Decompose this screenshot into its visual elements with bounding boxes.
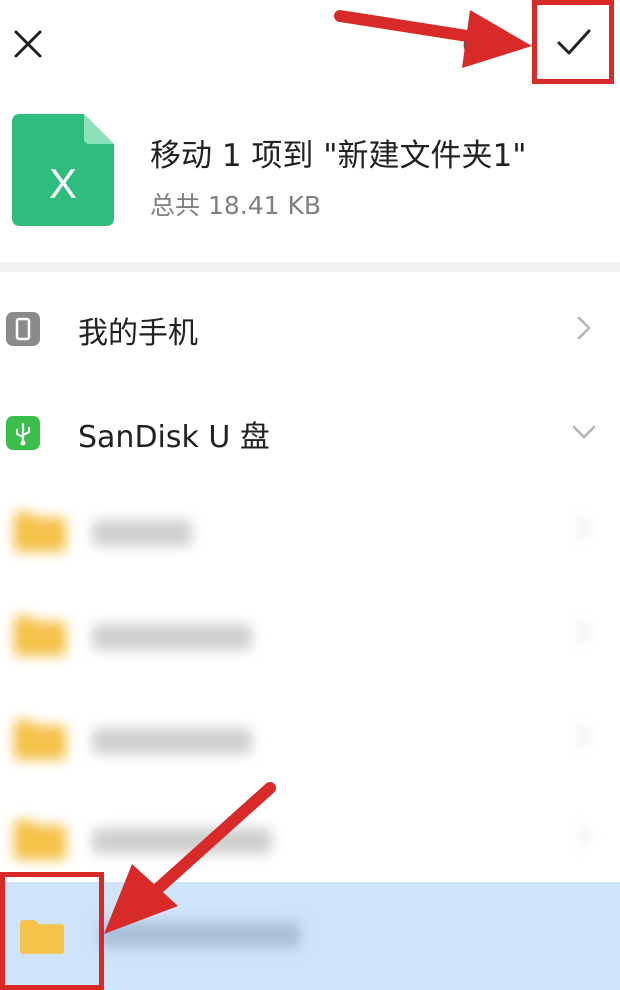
chevron-right-icon (578, 517, 591, 539)
close-icon (14, 30, 42, 58)
folder-name-blurred (92, 728, 252, 754)
folder-name-blurred (100, 922, 300, 948)
excel-file-icon: X (12, 114, 114, 226)
refresh-icon (463, 33, 487, 57)
refresh-button[interactable] (458, 25, 492, 65)
folder-row[interactable] (0, 478, 620, 582)
folder-name-blurred (92, 828, 272, 854)
chevron-down-icon (572, 425, 596, 439)
move-title: 移动 1 项到 "新建文件夹1" (150, 138, 527, 174)
location-label: 我的手机 (78, 316, 198, 351)
folder-name-blurred (92, 624, 252, 650)
location-row-usb[interactable]: SanDisk U 盘 (0, 382, 620, 486)
file-icon-letter: X (49, 160, 77, 207)
chevron-right-icon (577, 316, 591, 340)
total-size: 总共 18.41 KB (150, 191, 322, 220)
section-divider (0, 262, 620, 272)
confirm-highlight-box (532, 0, 614, 84)
folder-name-blurred (92, 520, 192, 546)
folder-icon (14, 616, 66, 656)
folder-icon (14, 512, 66, 552)
chevron-right-icon (578, 621, 591, 643)
selected-folder-highlight-box (0, 872, 104, 990)
close-button[interactable] (6, 22, 50, 66)
folder-icon (14, 720, 66, 760)
phone-icon (6, 312, 40, 346)
folder-row[interactable] (0, 686, 620, 790)
folder-icon (14, 820, 66, 860)
location-label: SanDisk U 盘 (78, 420, 270, 455)
location-row-phone[interactable]: 我的手机 (0, 278, 620, 382)
chevron-right-icon (578, 825, 591, 847)
chevron-right-icon (578, 725, 591, 747)
usb-icon (6, 416, 40, 450)
top-toolbar (0, 0, 620, 90)
folder-row[interactable] (0, 582, 620, 686)
